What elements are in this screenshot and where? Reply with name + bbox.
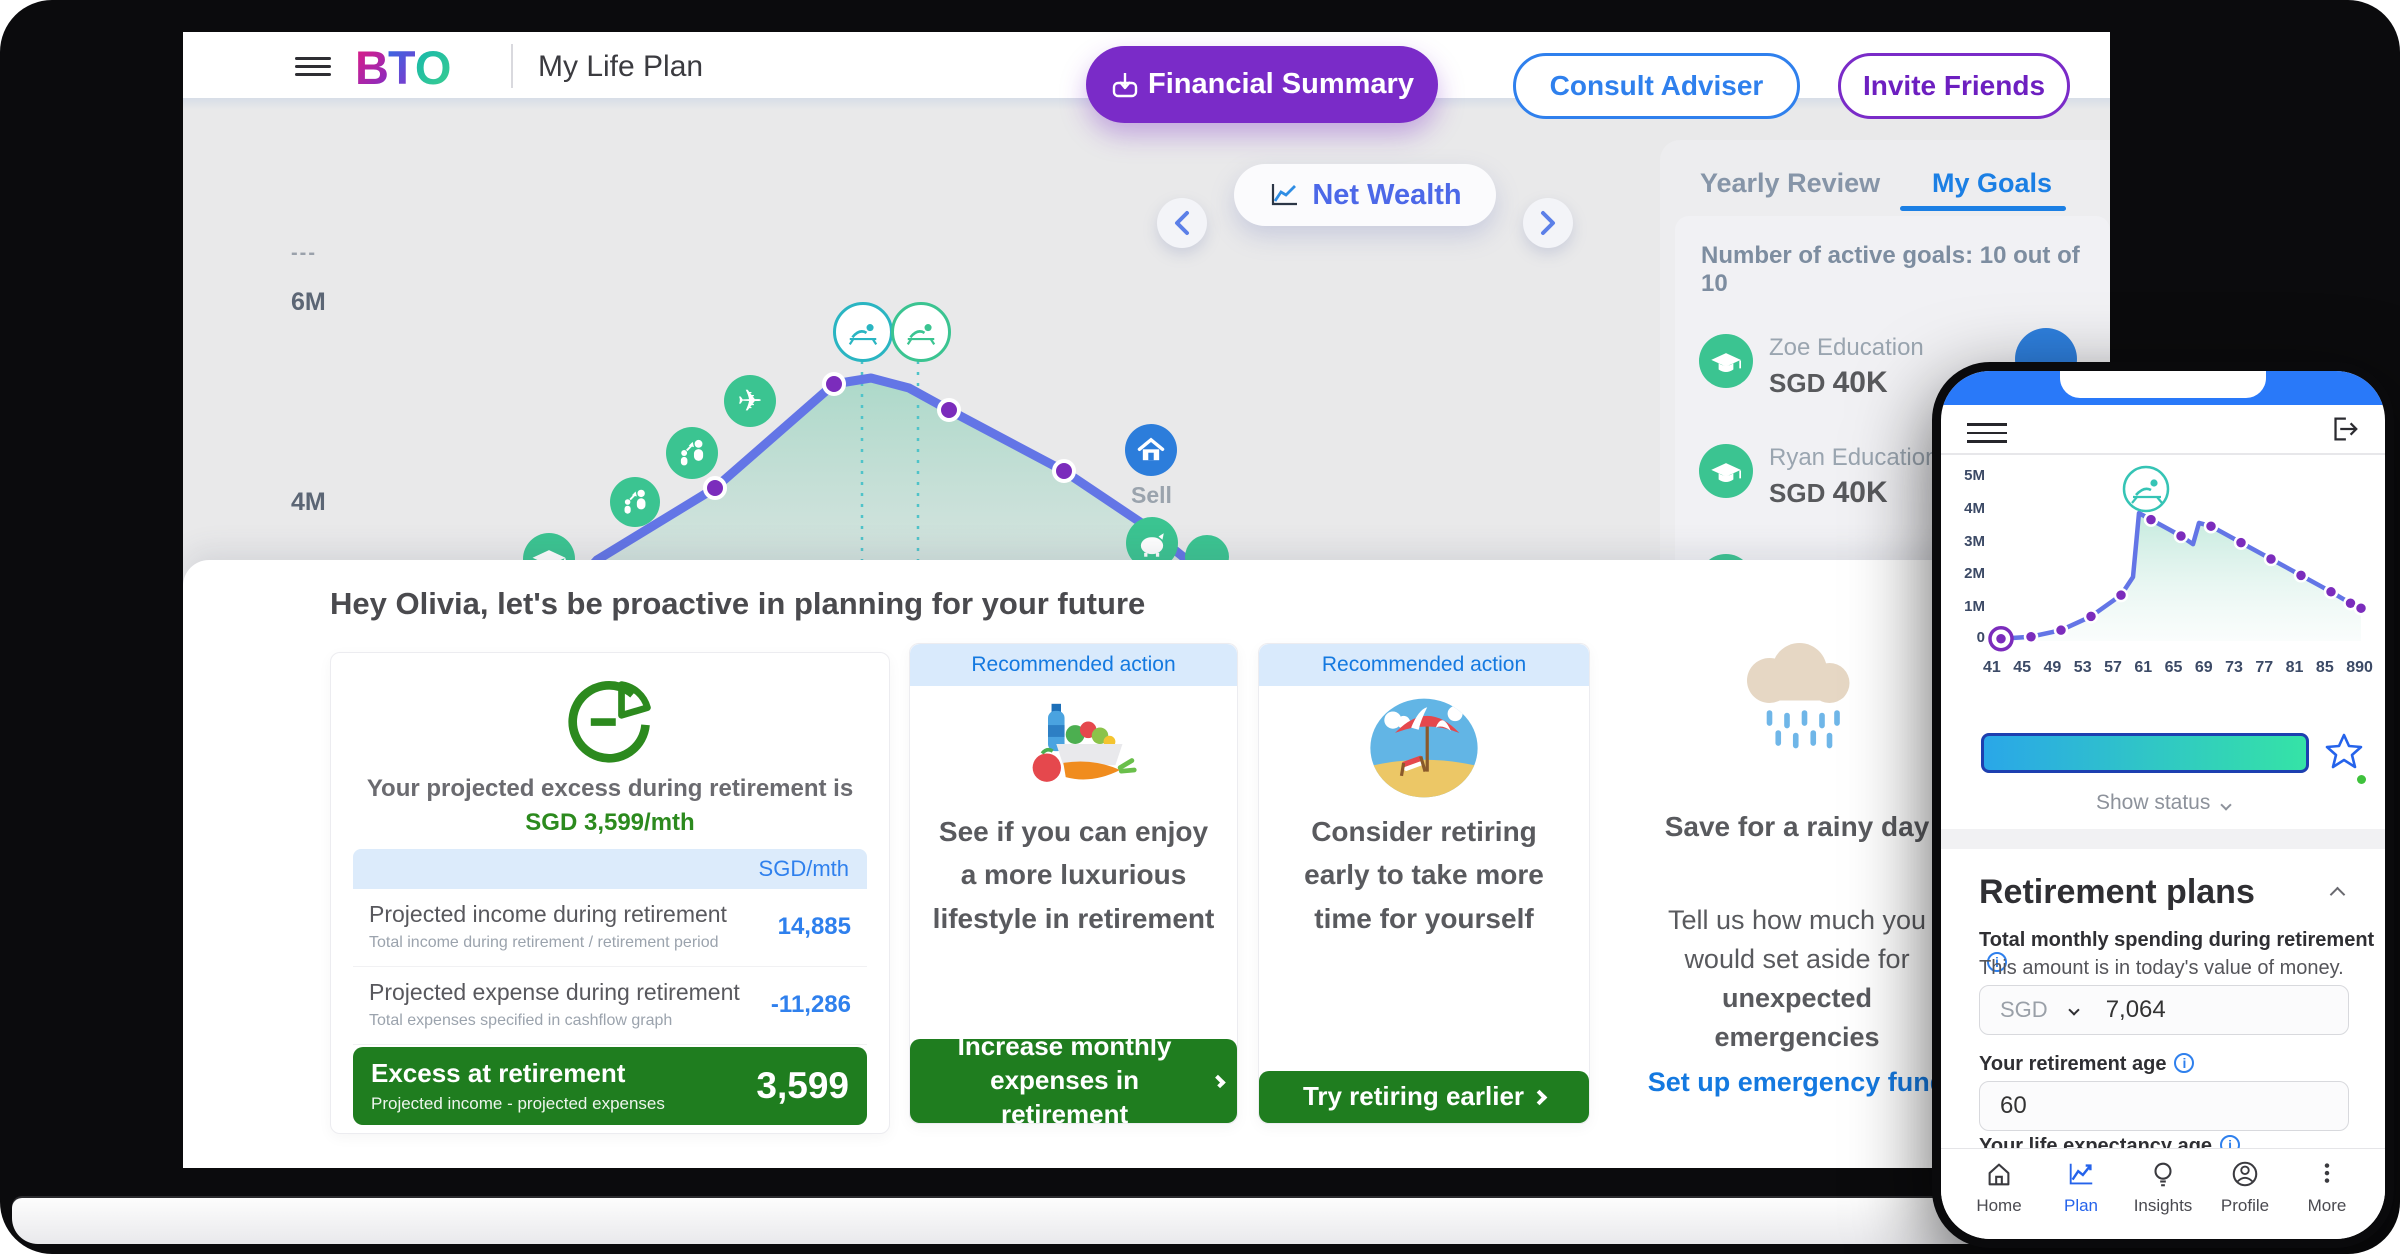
- milestone-retire-partner-icon[interactable]: [891, 302, 951, 362]
- phone-device: 5M 4M 3M 2M 1M 0 4145495357616: [1932, 362, 2394, 1248]
- spending-input[interactable]: SGD 7,064: [1979, 985, 2349, 1035]
- chevron-down-icon: [2068, 1004, 2079, 1015]
- pie-chart-icon: [331, 675, 889, 771]
- spending-help-text: This amount is in today's value of money…: [1979, 957, 2344, 980]
- laptop-device: --- 6M 4M ✈: [0, 0, 2400, 1254]
- metric-label: Net Wealth: [1312, 179, 1461, 212]
- projected-excess-card: Your projected excess during retirement …: [330, 652, 890, 1134]
- info-icon[interactable]: i: [2174, 1053, 2194, 1073]
- card-text: See if you can enjoy a more luxurious li…: [910, 810, 1237, 940]
- nav-plan[interactable]: Plan: [2045, 1159, 2117, 1239]
- nav-more[interactable]: More: [2291, 1159, 2363, 1239]
- table-header-unit: SGD/mth: [353, 849, 867, 889]
- card-text: Tell us how much you would set aside for…: [1632, 901, 1962, 1058]
- phone-retire-icon: [2124, 467, 2168, 511]
- phone-notch: [2060, 371, 2266, 398]
- greeting-heading: Hey Olivia, let's be proactive in planni…: [330, 586, 1145, 622]
- tab-my-goals[interactable]: My Goals: [1932, 168, 2052, 199]
- retirement-age-label: Your retirement agei: [1979, 1053, 2194, 1076]
- goal-amount: SGD 40K: [1769, 476, 1888, 510]
- retirement-age-input[interactable]: 60: [1979, 1081, 2349, 1131]
- logout-icon[interactable]: [2327, 413, 2361, 450]
- star-notification-dot: [2357, 775, 2366, 784]
- milestone-sell-house-icon[interactable]: [1125, 424, 1177, 476]
- retirement-plans-heading: Retirement plans: [1979, 873, 2255, 912]
- education-goal-icon: [1699, 334, 1753, 388]
- excess-table: SGD/mth Projected income during retireme…: [353, 849, 867, 1125]
- phone-bottom-nav: Home Plan Insights Profile More: [1941, 1148, 2385, 1239]
- chevron-right-icon: [1212, 1074, 1225, 1087]
- milestone-family-icon[interactable]: [610, 477, 660, 527]
- prev-metric-button[interactable]: [1157, 198, 1207, 248]
- more-dots-icon: [2312, 1159, 2342, 1189]
- tab-yearly-review[interactable]: Yearly Review: [1700, 168, 1880, 199]
- status-gradient-bar: [1981, 733, 2309, 773]
- sell-label: Sell: [1131, 482, 1172, 509]
- collapse-section-icon[interactable]: [2332, 887, 2343, 905]
- bto-logo: BTO: [355, 40, 450, 95]
- menu-icon[interactable]: [295, 52, 331, 78]
- milestone-retire-icon[interactable]: [833, 302, 893, 362]
- education-goal-icon: [1699, 444, 1753, 498]
- nav-profile[interactable]: Profile: [2209, 1159, 2281, 1239]
- financial-summary-button[interactable]: Financial Summary: [1086, 46, 1438, 123]
- chevron-right-icon: [1532, 1089, 1548, 1105]
- active-goals-count: Number of active goals: 10 out of 10: [1701, 242, 2110, 298]
- plan-chart-icon: [2066, 1159, 2096, 1189]
- luxurious-lifestyle-card: Recommended action See if you can enjoy …: [909, 643, 1238, 1124]
- show-status-toggle[interactable]: Show status: [1941, 791, 2385, 815]
- star-icon[interactable]: [2323, 731, 2365, 778]
- next-metric-button[interactable]: [1523, 198, 1573, 248]
- profile-icon: [2230, 1159, 2260, 1189]
- rain-cloud-icon: [1632, 643, 1962, 763]
- retirement-age-value: 60: [2000, 1092, 2027, 1120]
- milestone-travel-icon[interactable]: ✈: [724, 375, 776, 427]
- phone-x-axis: 414549535761656973778185890: [1983, 659, 2373, 677]
- goal-name: Zoe Education: [1769, 334, 1924, 362]
- invite-friends-button[interactable]: Invite Friends: [1838, 53, 2070, 119]
- try-retiring-earlier-button[interactable]: Try retiring earlier: [1259, 1071, 1589, 1123]
- header-divider: [511, 44, 513, 88]
- app-window: --- 6M 4M ✈: [183, 32, 2110, 1168]
- phone-menu-icon[interactable]: [1967, 417, 2007, 443]
- page-title: My Life Plan: [538, 50, 703, 84]
- recommended-action-badge: Recommended action: [910, 644, 1237, 686]
- nav-insights[interactable]: Insights: [2127, 1159, 2199, 1239]
- goal-amount: SGD 40K: [1769, 366, 1888, 400]
- table-row-excess: Excess at retirementProjected income - p…: [353, 1047, 867, 1125]
- goal-name: Ryan Education: [1769, 444, 1938, 472]
- phone-header-divider: [1941, 453, 2385, 455]
- rainy-day-card: Save for a rainy day Tell us how much yo…: [1632, 643, 1962, 1124]
- retire-early-card: Recommended action: [1258, 643, 1590, 1124]
- setup-emergency-fund-link[interactable]: Set up emergency fund: [1632, 1067, 1962, 1098]
- active-tab-underline: [1900, 206, 2066, 211]
- currency-select[interactable]: SGD: [2000, 997, 2048, 1023]
- recommended-action-badge: Recommended action: [1259, 644, 1589, 686]
- home-icon: [1984, 1159, 2014, 1189]
- beach-vacation-icon: [1259, 696, 1589, 800]
- card-text: Consider retiring early to take more tim…: [1259, 810, 1589, 940]
- metric-selector[interactable]: Net Wealth: [1234, 164, 1496, 226]
- card-title: Save for a rainy day: [1632, 811, 1962, 843]
- excess-amount-text: SGD 3,599/mth: [331, 809, 889, 837]
- phone-net-wealth-chart: [1941, 457, 2385, 672]
- line-chart-icon: [1268, 181, 1300, 209]
- groceries-icon: [910, 696, 1237, 792]
- lightbulb-icon: [2148, 1159, 2178, 1189]
- nav-home[interactable]: Home: [1963, 1159, 2035, 1239]
- consult-adviser-button[interactable]: Consult Adviser: [1513, 53, 1800, 119]
- milestone-family-grow-icon[interactable]: [666, 427, 718, 479]
- section-divider: [1941, 829, 2385, 849]
- increase-expenses-button[interactable]: Increase monthly expenses in retirement: [910, 1039, 1237, 1123]
- download-icon: [1110, 70, 1140, 100]
- table-row-income: Projected income during retirementTotal …: [353, 889, 867, 967]
- recommendations-panel: Hey Olivia, let's be proactive in planni…: [183, 560, 2110, 1168]
- excess-intro-text: Your projected excess during retirement …: [331, 775, 889, 803]
- table-row-expense: Projected expense during retirementTotal…: [353, 967, 867, 1045]
- spending-value: 7,064: [2106, 996, 2166, 1024]
